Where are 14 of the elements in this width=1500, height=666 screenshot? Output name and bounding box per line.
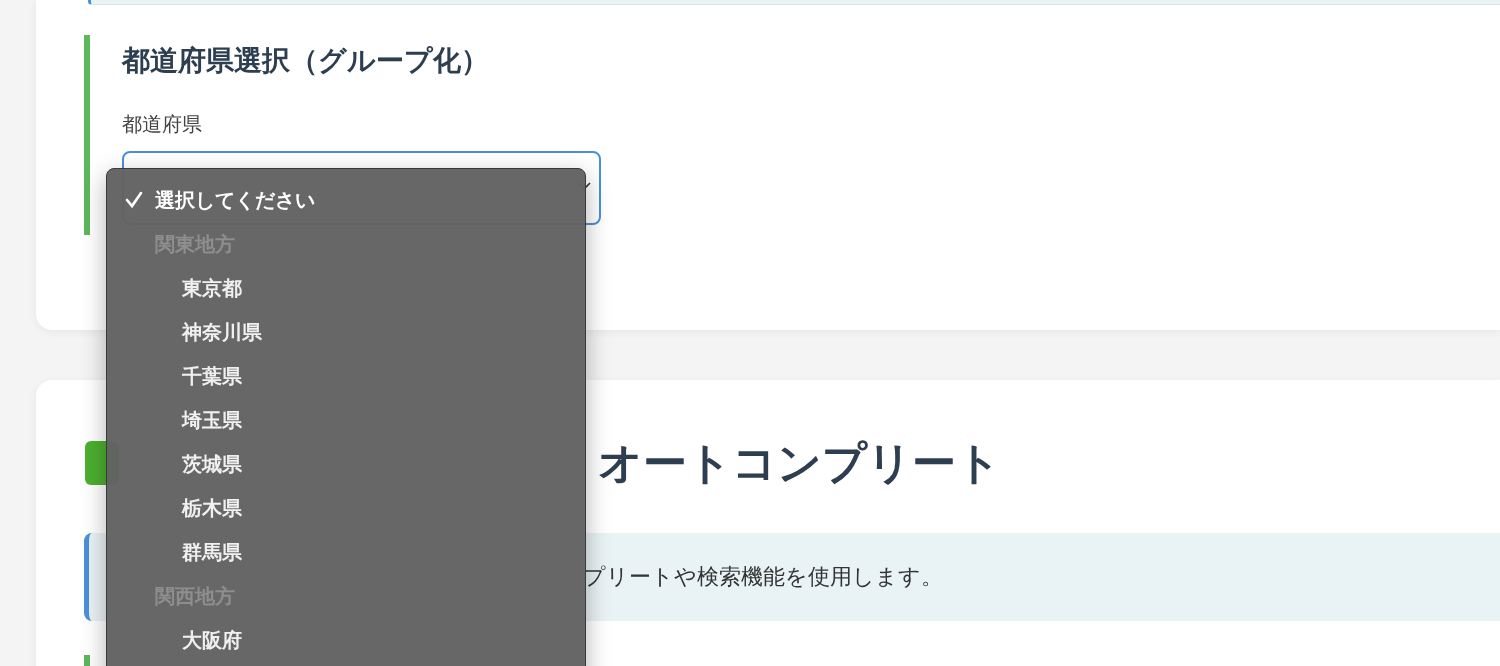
dropdown-option[interactable]: 東京都 <box>107 266 585 310</box>
dropdown-option[interactable]: 栃木県 <box>107 486 585 530</box>
check-icon <box>125 191 143 209</box>
section-title: オートコンプリート <box>598 438 1001 488</box>
section-title: 都道府県選択（グループ化） <box>122 43 490 79</box>
dropdown-option[interactable]: 選択してください <box>107 178 585 222</box>
dropdown-option[interactable]: 群馬県 <box>107 530 585 574</box>
dropdown-option[interactable]: 茨城県 <box>107 442 585 486</box>
info-text: プリートや検索機能を使用します。 <box>583 563 943 591</box>
dropdown-option[interactable]: 大阪府 <box>107 618 585 662</box>
dropdown-option[interactable]: 千葉県 <box>107 354 585 398</box>
dropdown-option[interactable]: 神奈川県 <box>107 310 585 354</box>
dropdown-option[interactable]: 埼玉県 <box>107 398 585 442</box>
field-label: 都道府県 <box>122 111 203 138</box>
